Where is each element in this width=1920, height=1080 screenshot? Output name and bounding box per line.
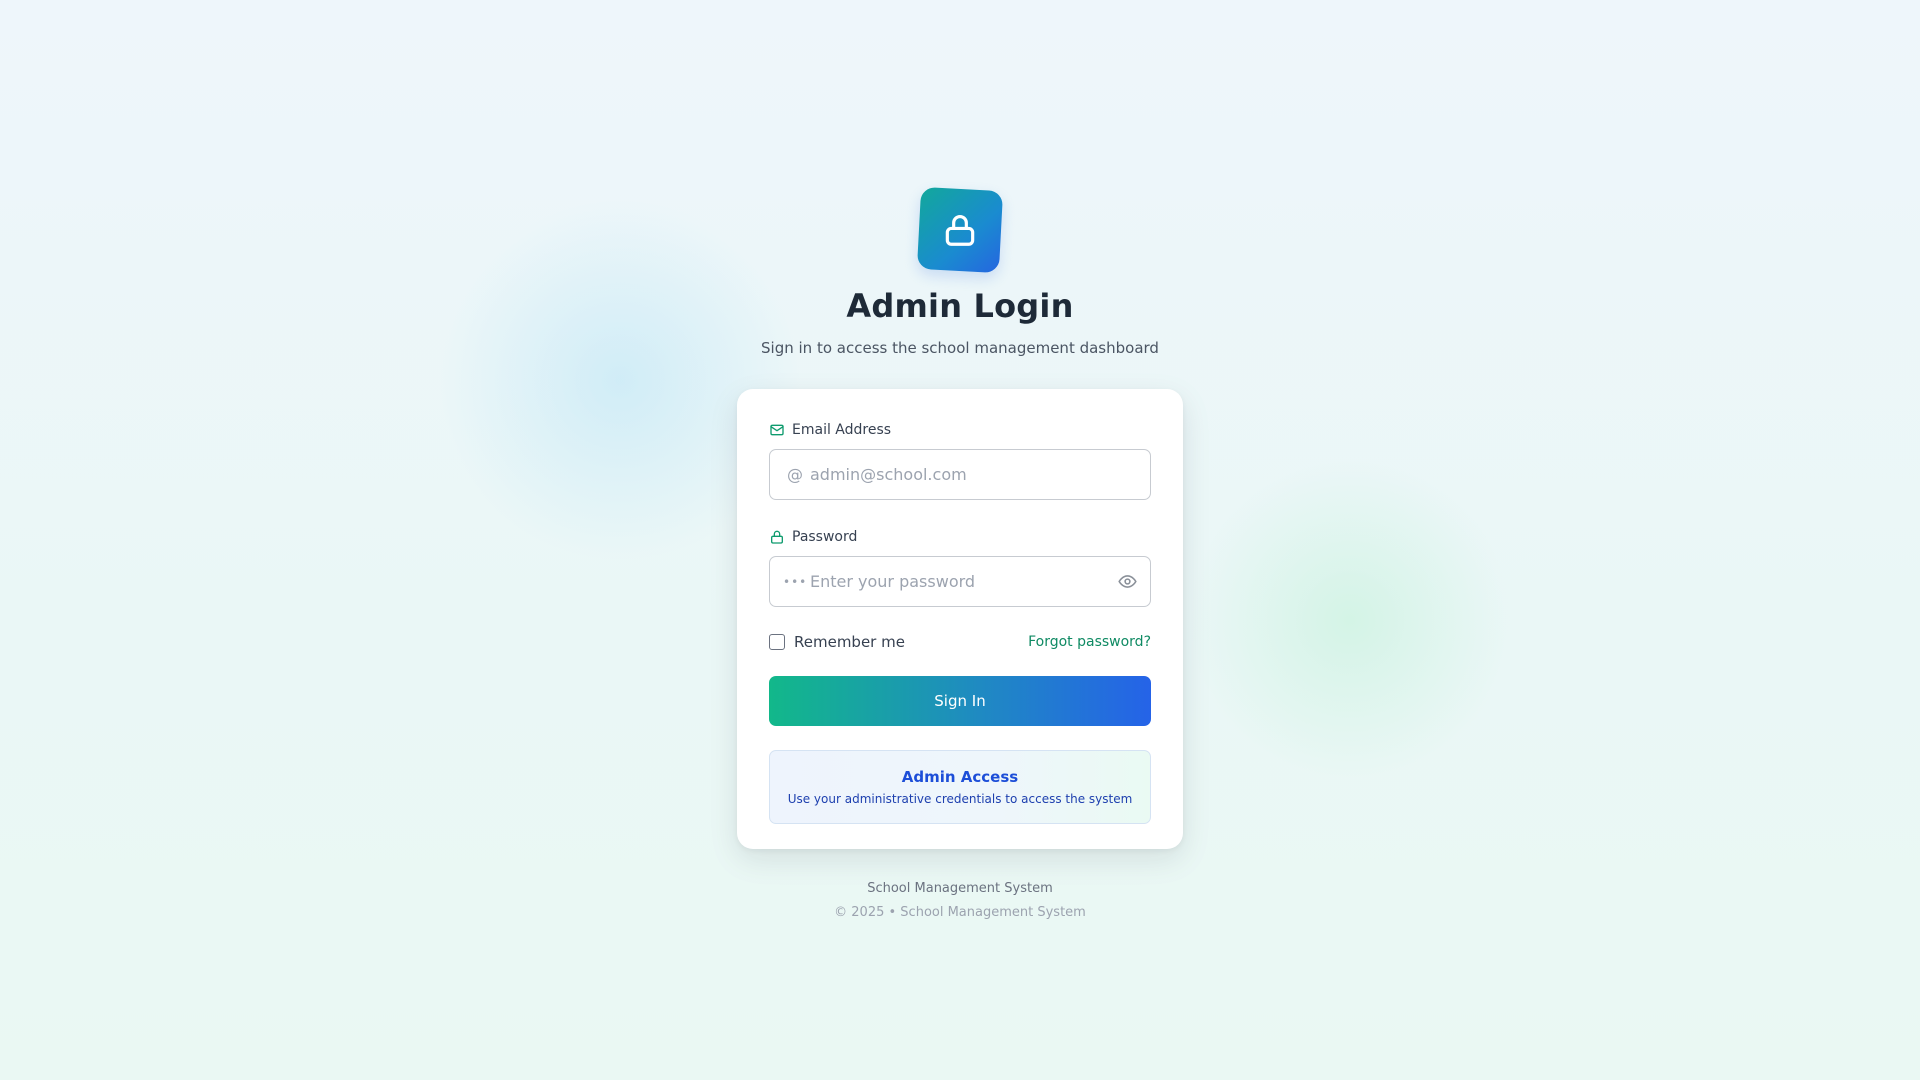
password-label: Password (769, 528, 1151, 546)
login-header: Admin Login Sign in to access the school… (0, 186, 1920, 357)
footer-copyright: © 2025 • School Management System (834, 905, 1086, 920)
sign-in-button[interactable]: Sign In (769, 676, 1151, 726)
password-field-wrapper: ••• (769, 556, 1151, 607)
password-field[interactable] (770, 557, 1150, 606)
logo-badge (916, 186, 1004, 274)
at-icon: @ (787, 465, 803, 484)
page-title: Admin Login (846, 287, 1074, 325)
password-label-text: Password (792, 529, 858, 545)
lock-icon (945, 214, 975, 246)
email-field[interactable] (770, 450, 1150, 499)
forgot-password-link[interactable]: Forgot password? (1028, 634, 1151, 650)
page-subtitle: Sign in to access the school management … (761, 339, 1159, 357)
remember-me-label: Remember me (794, 633, 905, 651)
password-dots-icon: ••• (783, 574, 808, 589)
login-page: Admin Login Sign in to access the school… (0, 0, 1920, 1080)
mail-icon (770, 424, 784, 436)
eye-icon (1117, 575, 1137, 588)
email-label: Email Address (769, 421, 1151, 439)
email-field-wrapper: @ (769, 449, 1151, 500)
remember-me[interactable]: Remember me (769, 633, 905, 651)
show-password-toggle[interactable] (1116, 571, 1138, 593)
login-card: Email Address @ Password ••• (737, 389, 1183, 849)
footer: School Management System © 2025 • School… (0, 881, 1920, 920)
info-title: Admin Access (901, 768, 1019, 786)
lock-icon (771, 530, 783, 544)
info-text: Use your administrative credentials to a… (787, 792, 1133, 806)
admin-access-info: Admin Access Use your administrative cre… (769, 750, 1151, 824)
remember-me-checkbox[interactable] (769, 634, 785, 650)
email-label-text: Email Address (792, 422, 892, 438)
footer-app-name: School Management System (867, 881, 1053, 896)
options-row: Remember me Forgot password? (769, 632, 1151, 652)
